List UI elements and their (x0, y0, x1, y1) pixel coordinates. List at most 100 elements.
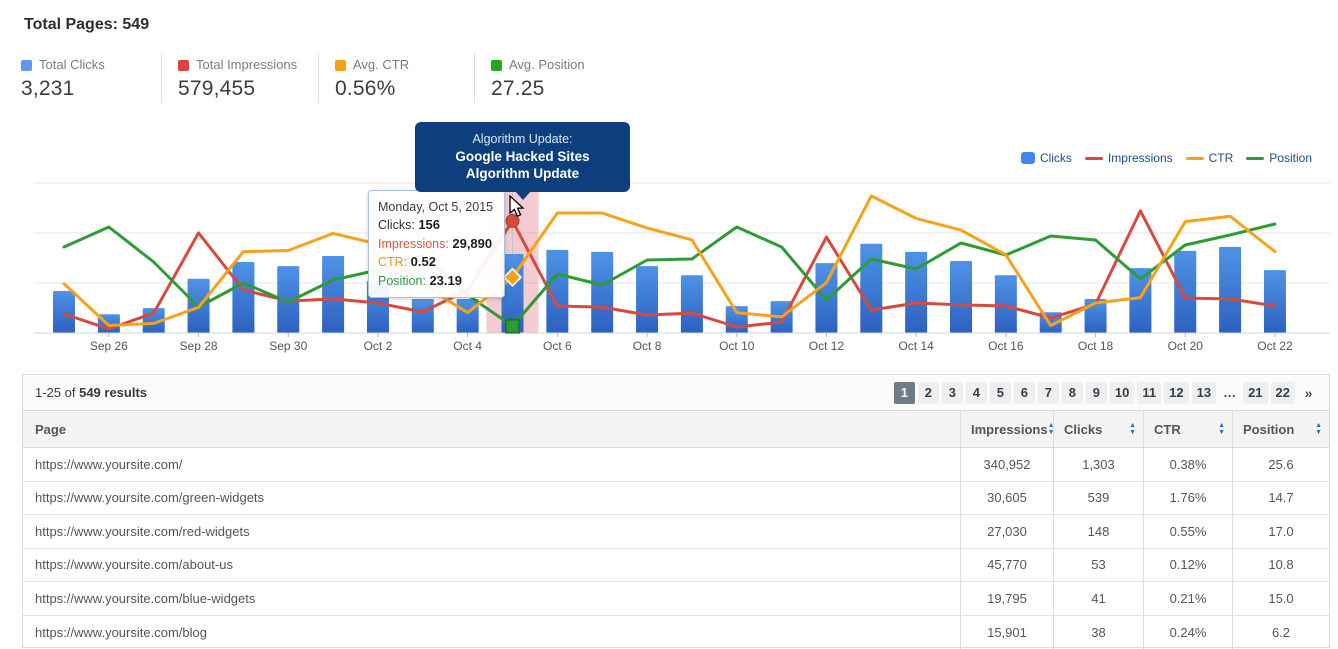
page-button-1[interactable]: 1 (894, 382, 915, 404)
x-tick-label: Sep 28 (180, 339, 218, 353)
clicks-cell: 148 (1053, 515, 1143, 548)
stat-value: 3,231 (21, 77, 161, 101)
impressions-cell: 340,952 (960, 448, 1053, 481)
ctr-cell: 0.21% (1143, 582, 1232, 615)
page-button-12[interactable]: 12 (1164, 382, 1188, 404)
page-title: Total Pages: 549 (24, 16, 149, 34)
x-tick-label: Oct 8 (633, 339, 662, 353)
page-url-link[interactable]: https://www.yoursite.com/about-us (35, 557, 233, 572)
clicks-bar (457, 299, 479, 333)
ctr-cell: 0.24% (1143, 616, 1232, 649)
pagination: 1 2 3 4 5 6 7 8 9 10 11 12 13 … 21 22 » (894, 382, 1319, 404)
position-cell: 10.8 (1232, 549, 1329, 582)
x-tick-label: Oct 12 (809, 339, 845, 353)
position-cell: 6.2 (1232, 616, 1329, 649)
clicks-bar (322, 256, 344, 333)
legend-item-clicks[interactable]: Clicks (1021, 151, 1072, 165)
tooltip-label: Impressions: (378, 237, 449, 251)
page-url-link[interactable]: https://www.yoursite.com/red-widgets (35, 524, 250, 539)
impressions-cell: 30,605 (960, 482, 1053, 515)
legend-label: Clicks (1040, 151, 1072, 165)
column-header-position[interactable]: Position▲▼ (1232, 411, 1329, 447)
clicks-bar (1219, 247, 1241, 333)
position-cell: 14.7 (1232, 482, 1329, 515)
column-header-clicks[interactable]: Clicks▲▼ (1053, 411, 1143, 447)
position-cell: 17.0 (1232, 515, 1329, 548)
page-url-link[interactable]: https://www.yoursite.com/blog (35, 625, 207, 640)
sort-icon[interactable]: ▲▼ (1218, 423, 1225, 436)
ctr-cell: 0.55% (1143, 515, 1232, 548)
mouse-cursor-icon (508, 195, 528, 219)
page-url-link[interactable]: https://www.yoursite.com/ (35, 457, 182, 472)
column-header-page[interactable]: Page (23, 411, 960, 447)
sort-icon[interactable]: ▲▼ (1315, 423, 1322, 436)
column-header-impressions[interactable]: Impressions▲▼ (960, 411, 1053, 447)
column-header-ctr[interactable]: CTR▲▼ (1143, 411, 1232, 447)
page-button-5[interactable]: 5 (990, 382, 1011, 404)
page-button-9[interactable]: 9 (1086, 382, 1107, 404)
position-swatch-icon (1246, 157, 1264, 160)
page-button-13[interactable]: 13 (1192, 382, 1216, 404)
page-button-21[interactable]: 21 (1243, 382, 1267, 404)
callout-title: Google Hacked Sites Algorithm Update (415, 147, 630, 182)
tooltip-label: Position: (378, 274, 426, 288)
clicks-bar (412, 299, 434, 333)
page-button-4[interactable]: 4 (966, 382, 987, 404)
stat-total-clicks: Total Clicks 3,231 (21, 54, 161, 103)
stats-row: Total Clicks 3,231 Total Impressions 579… (21, 54, 654, 103)
performance-chart[interactable]: Sep 26 Sep 28 Sep 30 Oct 2 Oct 4 Oct 6 Oct 8 Oc… (0, 140, 1338, 368)
legend-label: CTR (1209, 151, 1234, 165)
stat-label: Total Impressions (196, 56, 297, 74)
ctr-cell: 0.12% (1143, 549, 1232, 582)
tooltip-row-impressions: Impressions: 29,890 (378, 235, 495, 253)
page-url-link[interactable]: https://www.yoursite.com/blue-widgets (35, 591, 255, 606)
datapoint-tooltip: Monday, Oct 5, 2015 Clicks: 156 Impressi… (368, 190, 505, 298)
table-row: https://www.yoursite.com/red-widgets 27,… (23, 515, 1329, 549)
x-tick-label: Sep 26 (90, 339, 128, 353)
tooltip-value: 29,890 (452, 236, 492, 251)
pagination-next-icon[interactable]: » (1298, 382, 1319, 404)
stat-value: 579,455 (178, 77, 318, 101)
x-tick-label: Oct 2 (364, 339, 393, 353)
clicks-bar (681, 275, 703, 333)
legend-item-position[interactable]: Position (1246, 151, 1312, 165)
legend-item-impressions[interactable]: Impressions (1085, 151, 1173, 165)
legend-item-ctr[interactable]: CTR (1186, 151, 1234, 165)
x-tick-label: Oct 14 (898, 339, 934, 353)
ctr-color-swatch (335, 60, 346, 71)
page-button-22[interactable]: 22 (1271, 382, 1295, 404)
x-tick-label: Sep 30 (269, 339, 307, 353)
page-url-link[interactable]: https://www.yoursite.com/green-widgets (35, 490, 264, 505)
position-color-swatch (491, 60, 502, 71)
page-button-2[interactable]: 2 (918, 382, 939, 404)
callout-subtitle: Algorithm Update: (415, 131, 630, 147)
page-button-3[interactable]: 3 (942, 382, 963, 404)
tooltip-row-clicks: Clicks: 156 (378, 216, 495, 234)
table-row: https://www.yoursite.com/green-widgets 3… (23, 482, 1329, 516)
page-button-6[interactable]: 6 (1014, 382, 1035, 404)
page-button-7[interactable]: 7 (1038, 382, 1059, 404)
stat-avg-position: Avg. Position 27.25 (474, 54, 654, 103)
page-button-11[interactable]: 11 (1137, 382, 1161, 404)
impressions-cell: 45,770 (960, 549, 1053, 582)
sort-icon[interactable]: ▲▼ (1129, 423, 1136, 436)
clicks-bar (53, 291, 75, 333)
x-tick-label: Oct 6 (543, 339, 572, 353)
tooltip-date: Monday, Oct 5, 2015 (378, 198, 495, 216)
x-tick-label: Oct 4 (453, 339, 482, 353)
stat-label: Avg. Position (509, 56, 585, 74)
pagination-ellipsis: … (1219, 382, 1240, 404)
clicks-bar (1174, 251, 1196, 333)
position-cell: 15.0 (1232, 582, 1329, 615)
stat-value: 27.25 (491, 77, 654, 101)
clicks-bar (1264, 270, 1286, 333)
pages-table: 1-25 of 549 results 1 2 3 4 5 6 7 8 9 10… (22, 374, 1330, 648)
impressions-cell: 27,030 (960, 515, 1053, 548)
stat-label: Total Clicks (39, 56, 105, 74)
clicks-bar (995, 275, 1017, 333)
clicks-cell: 41 (1053, 582, 1143, 615)
position-cell: 25.6 (1232, 448, 1329, 481)
page-button-10[interactable]: 10 (1110, 382, 1134, 404)
tooltip-label: CTR: (378, 255, 407, 269)
page-button-8[interactable]: 8 (1062, 382, 1083, 404)
